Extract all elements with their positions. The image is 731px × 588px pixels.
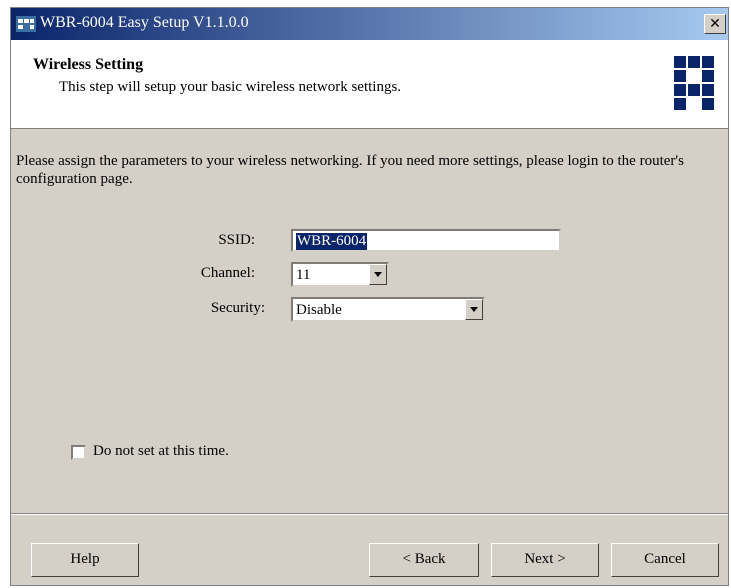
app-icon [16,16,36,32]
window-title: WBR-6004 Easy Setup V1.1.0.0 [40,14,249,31]
cancel-button[interactable]: Cancel [611,543,719,577]
ssid-input[interactable]: WBR-6004 [291,229,561,252]
step-subtitle: This step will setup your basic wireless… [59,79,402,95]
help-button[interactable]: Help [31,543,139,577]
chevron-down-icon [470,307,478,312]
intro-text: Please assign the parameters to your wir… [16,153,684,187]
channel-value: 11 [296,267,311,283]
ssid-value: WBR-6004 [296,233,368,250]
step-title: Wireless Setting [33,56,144,73]
security-label: Security: [210,300,265,316]
close-button[interactable]: ✕ [704,14,726,34]
channel-label: Channel: [200,265,255,281]
security-dropdown-button[interactable] [465,299,483,320]
skip-checkbox-label[interactable]: Do not set at this time. [93,443,229,460]
back-button[interactable]: < Back [369,543,479,577]
footer-divider [11,513,728,515]
skip-checkbox[interactable] [71,445,86,460]
brand-logo-icon [674,56,714,110]
security-value: Disable [296,302,342,318]
channel-dropdown-button[interactable] [369,264,387,285]
security-select[interactable]: Disable [291,297,485,322]
title-bar: WBR-6004 Easy Setup V1.1.0.0 ✕ [11,8,728,40]
setup-window: WBR-6004 Easy Setup V1.1.0.0 ✕ Wireless … [10,7,729,586]
next-button[interactable]: Next > [491,543,599,577]
wizard-header: Wireless Setting This step will setup yo… [11,40,728,129]
channel-select[interactable]: 11 [291,262,389,287]
chevron-down-icon [374,272,382,277]
ssid-label: SSID: [218,232,255,248]
